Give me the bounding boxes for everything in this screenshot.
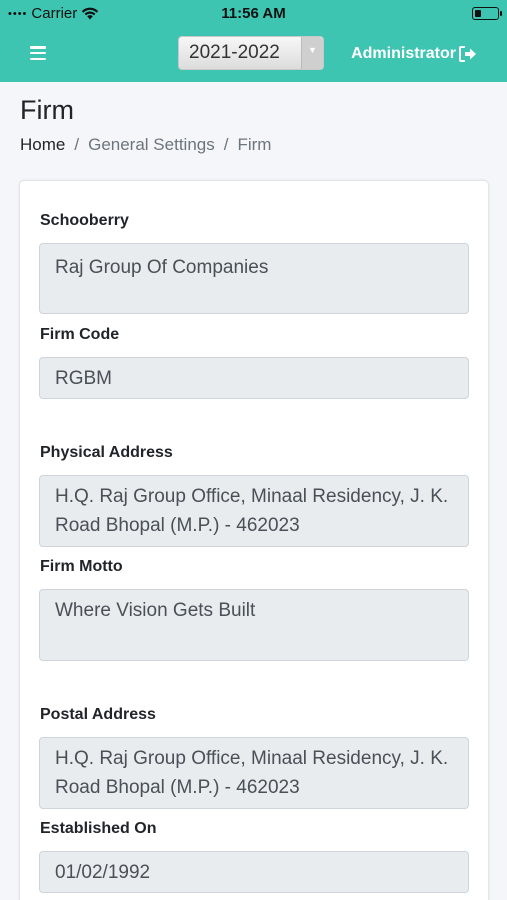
physical-address-label: Physical Address bbox=[40, 444, 173, 461]
physical-address-field[interactable]: H.Q. Raj Group Office, Minaal Residency,… bbox=[39, 475, 469, 547]
firm-code-field[interactable]: RGBM bbox=[39, 357, 469, 399]
status-bar: •••• Carrier 11:56 AM bbox=[0, 0, 507, 28]
breadcrumb-general-settings[interactable]: General Settings bbox=[88, 135, 215, 155]
firm-motto-label: Firm Motto bbox=[40, 558, 123, 575]
year-select-value: 2021-2022 bbox=[189, 42, 280, 63]
app-header: 2021-2022 ▼ Administrator bbox=[0, 28, 507, 82]
firm-name-field[interactable]: Raj Group Of Companies bbox=[39, 243, 469, 314]
breadcrumb-home[interactable]: Home bbox=[20, 135, 65, 155]
chevron-down-icon: ▼ bbox=[301, 37, 323, 69]
logout-button[interactable]: Administrator bbox=[351, 45, 477, 63]
battery-icon bbox=[472, 7, 502, 20]
postal-address-field[interactable]: H.Q. Raj Group Office, Minaal Residency,… bbox=[39, 737, 469, 809]
user-name: Administrator bbox=[351, 45, 456, 62]
menu-icon[interactable] bbox=[30, 46, 46, 61]
established-on-label: Established On bbox=[40, 820, 157, 837]
firm-name-label: Schooberry bbox=[40, 212, 129, 229]
sign-out-icon bbox=[459, 46, 476, 62]
clock: 11:56 AM bbox=[221, 5, 286, 22]
breadcrumb-current: Firm bbox=[237, 135, 272, 154]
breadcrumb: Home / General Settings / Firm bbox=[20, 135, 271, 155]
established-on-field[interactable]: 01/02/1992 bbox=[39, 851, 469, 893]
page-title: Firm bbox=[20, 95, 74, 125]
breadcrumb-separator: / bbox=[74, 135, 80, 154]
firm-code-label: Firm Code bbox=[40, 326, 120, 343]
postal-address-label: Postal Address bbox=[40, 706, 156, 723]
breadcrumb-separator: / bbox=[223, 135, 229, 154]
year-select[interactable]: 2021-2022 ▼ bbox=[178, 36, 324, 70]
firm-motto-field[interactable]: Where Vision Gets Built bbox=[39, 589, 469, 661]
